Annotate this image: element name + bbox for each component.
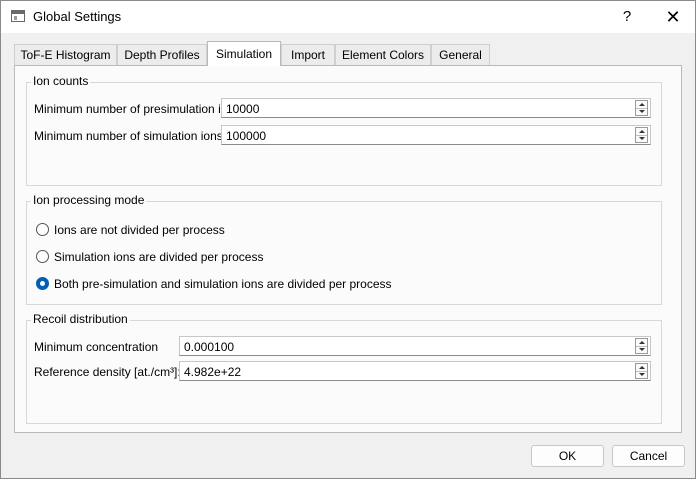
sim-ions-value[interactable]: 100000 — [226, 129, 266, 143]
decrement-arrow-icon[interactable] — [636, 346, 647, 353]
presim-ions-label: Minimum number of presimulation ions — [34, 102, 241, 116]
decrement-arrow-icon[interactable] — [636, 371, 647, 378]
sim-ions-label: Minimum number of simulation ions — [34, 129, 223, 143]
sim-ions-spinbox[interactable]: 100000 — [221, 125, 651, 145]
tab-depth-profiles[interactable]: Depth Profiles — [117, 44, 207, 65]
radio-label: Simulation ions are divided per process — [54, 250, 264, 264]
tab-element-colors[interactable]: Element Colors — [335, 44, 431, 65]
radio-button-checked[interactable] — [36, 277, 49, 290]
reference-density-value[interactable]: 4.982e+22 — [184, 365, 241, 379]
tab-tof-e-histogram[interactable]: ToF-E Histogram — [14, 44, 117, 65]
tab-import[interactable]: Import — [281, 44, 335, 65]
reference-density-label: Reference density [at./cm³]: — [34, 365, 181, 379]
radio-button[interactable] — [36, 250, 49, 263]
presim-ions-stepper[interactable] — [635, 100, 648, 116]
min-concentration-spinbox[interactable]: 0.000100 — [179, 336, 651, 356]
tab-simulation[interactable]: Simulation — [207, 41, 281, 66]
close-icon[interactable]: ✕ — [650, 1, 696, 33]
tab-general[interactable]: General — [431, 44, 490, 65]
min-concentration-value[interactable]: 0.000100 — [184, 340, 234, 354]
reference-density-spinbox[interactable]: 4.982e+22 — [179, 361, 651, 381]
presim-ions-value[interactable]: 10000 — [226, 102, 259, 116]
simulation-tab-page: Ion counts Minimum number of presimulati… — [14, 65, 682, 433]
title-bar: Global Settings ? ✕ — [1, 1, 695, 33]
sim-ions-stepper[interactable] — [635, 127, 648, 143]
radio-button[interactable] — [36, 223, 49, 236]
ok-button[interactable]: OK — [531, 445, 604, 467]
radio-label: Both pre-simulation and simulation ions … — [54, 277, 392, 291]
presim-ions-spinbox[interactable]: 10000 — [221, 98, 651, 118]
min-concentration-stepper[interactable] — [635, 338, 648, 354]
processing-mode-title: Ion processing mode — [31, 193, 147, 207]
window-icon — [11, 10, 25, 22]
recoil-distribution-title: Recoil distribution — [31, 312, 130, 326]
global-settings-dialog: Global Settings ? ✕ ToF-E Histogram Dept… — [0, 0, 696, 479]
help-button[interactable]: ? — [604, 1, 650, 33]
window-title: Global Settings — [33, 9, 122, 24]
decrement-arrow-icon[interactable] — [636, 108, 647, 115]
reference-density-stepper[interactable] — [635, 363, 648, 379]
radio-label: Ions are not divided per process — [54, 223, 225, 237]
ion-counts-title: Ion counts — [31, 74, 91, 88]
decrement-arrow-icon[interactable] — [636, 135, 647, 142]
cancel-button[interactable]: Cancel — [612, 445, 685, 467]
min-concentration-label: Minimum concentration — [34, 340, 159, 354]
